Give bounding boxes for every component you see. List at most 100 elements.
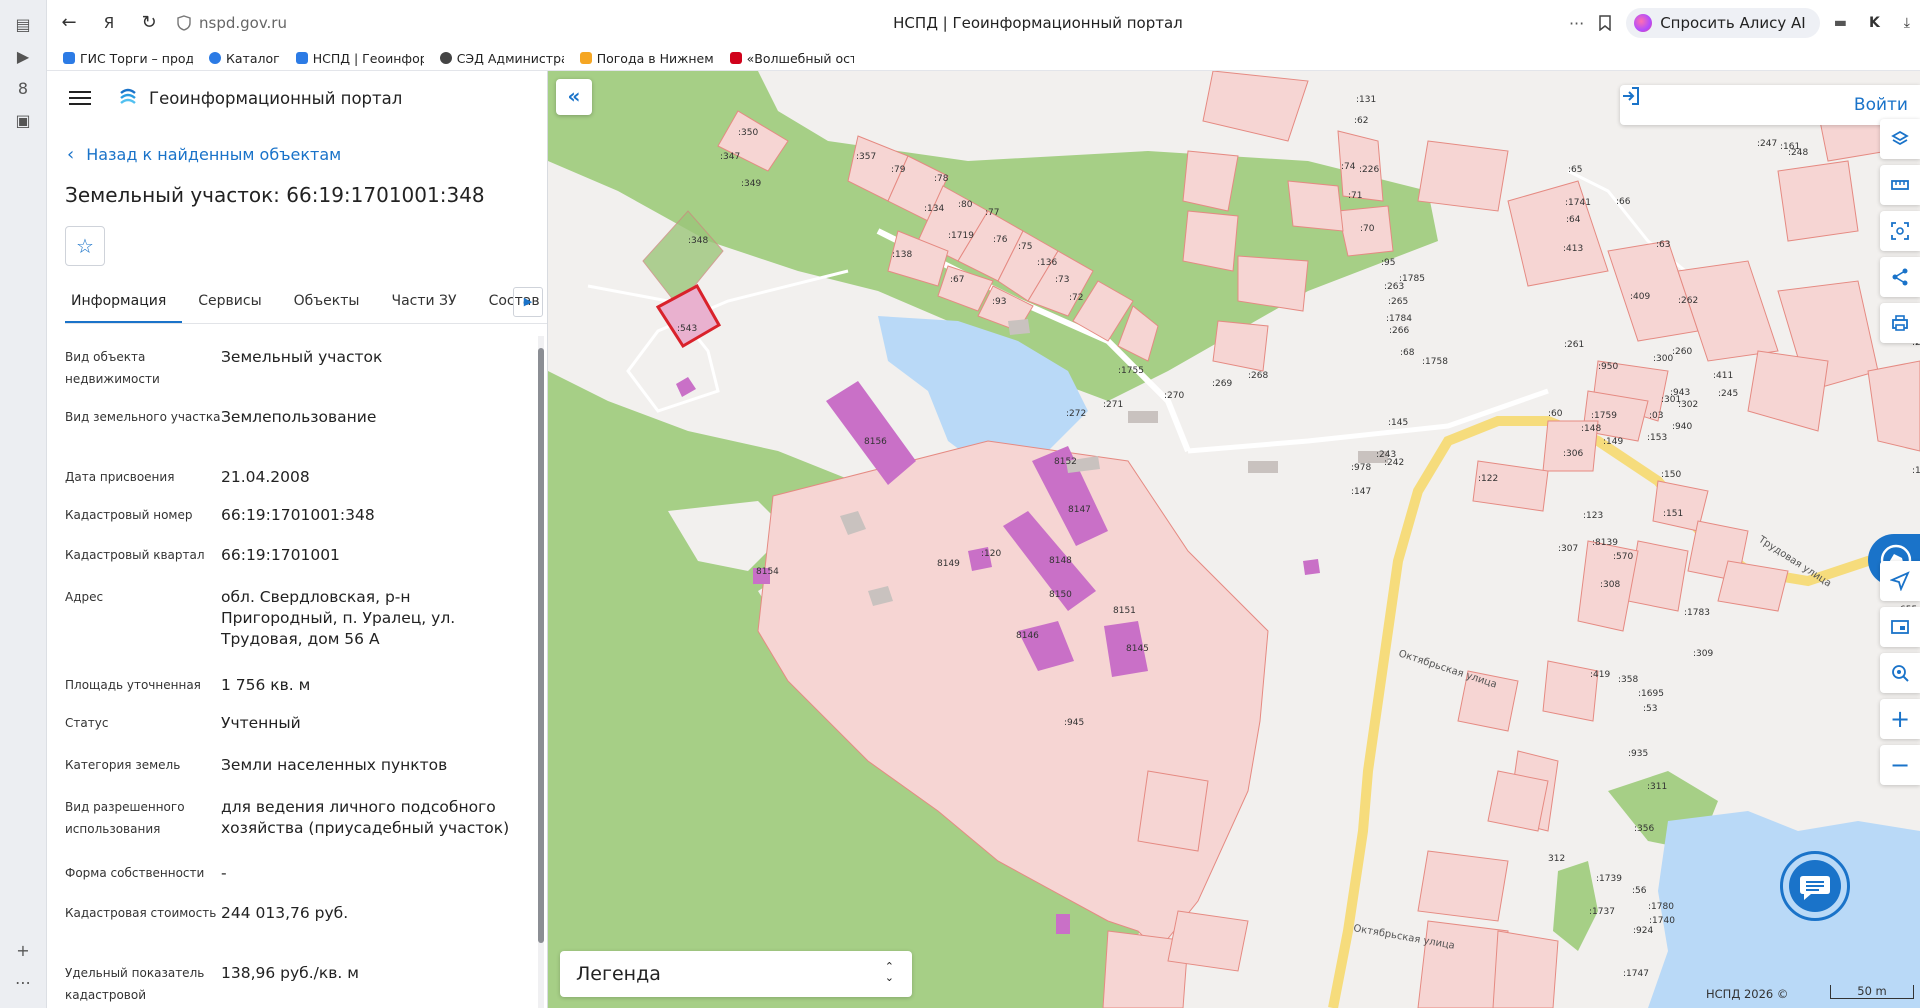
download-icon[interactable]: ⤓ xyxy=(1904,15,1910,31)
share-icon xyxy=(1892,268,1908,286)
property-row: Вид объекта недвижимости Земельный участ… xyxy=(65,348,383,386)
portal-logo-icon xyxy=(120,88,136,104)
minus-icon: − xyxy=(1889,751,1911,779)
map-canvas[interactable] xyxy=(548,71,1920,1008)
property-row: Кадастровая стоимость 244 013,76 руб. xyxy=(65,904,349,922)
object-info-panel: Геоинформационный портал ‹ Назад к найде… xyxy=(47,71,548,1008)
bookmark-item[interactable]: НСПД | Геоинфор xyxy=(295,51,424,66)
tabs-scroll-right-icon[interactable]: ▶ xyxy=(513,287,543,317)
play-icon[interactable]: ▶ xyxy=(12,46,34,68)
bookmark-favicon-icon xyxy=(579,52,592,64)
property-row: Статус Учтенный xyxy=(65,714,301,732)
share-button[interactable] xyxy=(1880,257,1920,297)
browser-toolbar: ← Я ↻ nspd.gov.ru НСПД | Геоинформационн… xyxy=(47,0,1920,46)
bookmark-item[interactable]: ГИС Торги – прод xyxy=(63,51,193,66)
yandex-icon[interactable]: Я xyxy=(91,5,127,41)
location-search-icon xyxy=(1892,665,1909,682)
tab-info[interactable]: Информация xyxy=(65,279,183,323)
bookmark-favicon-icon xyxy=(295,52,308,64)
tab-objects[interactable]: Объекты xyxy=(278,279,376,323)
more-icon[interactable]: ⋯ xyxy=(12,972,34,994)
measure-button[interactable] xyxy=(1880,165,1920,205)
select-area-icon xyxy=(1891,222,1909,240)
plus-icon: + xyxy=(1889,705,1911,733)
login-button[interactable]: Войти xyxy=(1620,85,1920,125)
bookmark-item[interactable]: «Волшебный остр xyxy=(729,51,854,66)
bookmark-item[interactable]: Каталог xyxy=(209,51,280,66)
map-scale: 50 m xyxy=(1830,985,1914,999)
bookmark-favicon-icon xyxy=(209,52,221,64)
address-value: обл. Свердловская, р-н Пригородный, п. У… xyxy=(221,588,456,648)
tab-parts[interactable]: Части ЗУ xyxy=(375,279,472,323)
bookmark-icon[interactable] xyxy=(1598,15,1612,31)
minimap-icon xyxy=(1891,620,1909,634)
vpn-icon[interactable]: ▬ xyxy=(1834,15,1847,31)
bookmarks-bar: ГИС Торги – прод Каталог НСПД | Геоинфор… xyxy=(47,46,1920,71)
layers-button[interactable] xyxy=(1880,119,1920,159)
more-dots-icon[interactable]: ··· xyxy=(1569,14,1584,33)
image-icon[interactable]: ▣ xyxy=(12,110,34,132)
chevron-left-icon: ‹ xyxy=(67,144,75,165)
print-button[interactable] xyxy=(1880,303,1920,343)
page-title: НСПД | Геоинформационный портал xyxy=(893,14,1183,32)
property-row: Кадастровый номер 66:19:1701001:348 xyxy=(65,506,375,524)
property-row: Категория земель Земли населенных пункто… xyxy=(65,756,448,774)
river xyxy=(1648,811,1920,1008)
bookmark-item[interactable]: Погода в Нижнем xyxy=(579,51,714,66)
extension-icon[interactable]: K xyxy=(1869,15,1880,31)
panel-header: Геоинформационный портал xyxy=(47,71,547,125)
legend-dropdown[interactable]: Легенда ⌃ ⌄ xyxy=(560,951,912,997)
favorite-star-icon[interactable]: ☆ xyxy=(65,226,105,266)
chat-bubble-icon xyxy=(1789,860,1841,912)
scrollbar-thumb[interactable] xyxy=(538,348,544,943)
locate-button[interactable] xyxy=(1880,561,1920,601)
object-title: Земельный участок: 66:19:1701001:348 xyxy=(65,183,485,207)
back-arrow-icon[interactable]: ← xyxy=(51,5,87,41)
properties-list: Вид объекта недвижимости Земельный участ… xyxy=(65,346,525,1002)
navigation-arrow-icon xyxy=(1890,571,1910,591)
login-icon xyxy=(1623,87,1639,105)
menu-icon[interactable] xyxy=(69,87,91,109)
bookmark-item[interactable]: СЭД Администра xyxy=(439,51,564,66)
panel-scrollbar[interactable] xyxy=(538,336,544,1008)
bookmark-favicon-icon xyxy=(729,52,742,64)
minimap-button[interactable] xyxy=(1880,607,1920,647)
ruler-icon xyxy=(1891,180,1909,190)
tabs-icon[interactable]: ▤ xyxy=(12,14,34,36)
printer-icon xyxy=(1892,315,1908,331)
bookmark-favicon-icon xyxy=(63,52,75,64)
browser-side-rail: ▤ ▶ 8 ▣ + ⋯ xyxy=(0,0,47,1008)
alice-button[interactable]: Спросить Алису AI xyxy=(1626,8,1820,38)
property-row: Форма собственности - xyxy=(65,864,227,882)
layers-icon xyxy=(1891,130,1909,146)
add-icon[interactable]: + xyxy=(12,940,34,962)
bookmark-favicon-icon xyxy=(439,52,452,64)
address-bar[interactable]: nspd.gov.ru xyxy=(177,14,507,32)
url-text: nspd.gov.ru xyxy=(199,14,287,32)
tab-services[interactable]: Сервисы xyxy=(182,279,277,323)
collapse-panel-button[interactable]: « xyxy=(556,79,592,115)
zoom-out-button[interactable]: − xyxy=(1880,745,1920,785)
map-view[interactable]: :350:347:349:348:357:79:78:134:80:77:171… xyxy=(548,71,1920,1008)
alice-label: Спросить Алису AI xyxy=(1660,14,1806,32)
shield-icon xyxy=(177,15,191,31)
property-row: Кадастровый квартал 66:19:1701001 xyxy=(65,546,340,564)
select-area-button[interactable] xyxy=(1880,211,1920,251)
reload-icon[interactable]: ↻ xyxy=(131,5,167,41)
chat-button[interactable] xyxy=(1780,851,1850,921)
portal-title: Геоинформационный портал xyxy=(149,88,403,108)
property-row: Вид земельного участка Землепользование xyxy=(65,408,377,426)
forest-area xyxy=(1553,861,1598,951)
property-row: Дата присвоения 21.04.2008 xyxy=(65,468,310,486)
chevron-updown-icon: ⌃ ⌄ xyxy=(884,960,894,984)
back-to-results-link[interactable]: ‹ Назад к найденным объектам xyxy=(67,144,341,165)
property-row: Удельный показатель кадастровой 138,96 р… xyxy=(65,964,359,1002)
map-copyright: НСПД 2026 © xyxy=(1706,987,1789,1001)
mail-icon[interactable]: 8 xyxy=(12,78,34,100)
property-row: Адрес обл. Свердловская, р-н Пригородный… xyxy=(65,586,525,674)
zoom-in-button[interactable]: + xyxy=(1880,699,1920,739)
info-tabs: Информация Сервисы Объекты Части ЗУ Сост… xyxy=(65,279,547,324)
property-row: Вид разрешенного использования для веден… xyxy=(65,798,510,837)
geo-search-button[interactable] xyxy=(1880,653,1920,693)
property-row: Площадь уточненная 1 756 кв. м xyxy=(65,676,311,694)
